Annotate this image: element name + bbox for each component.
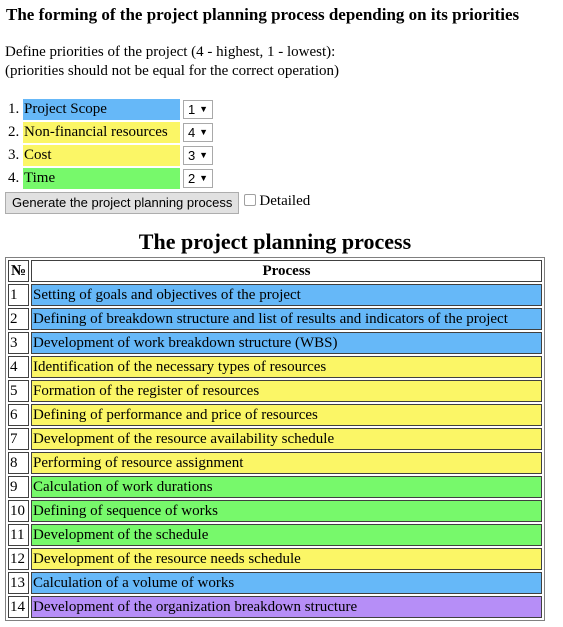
row-number: 12 [8, 548, 29, 570]
priority-value: 2 [188, 171, 196, 186]
row-process: Calculation of a volume of works [31, 572, 542, 594]
table-row: 10 Defining of sequence of works [8, 500, 542, 522]
table-row: 9 Calculation of work durations [8, 476, 542, 498]
table-row: 13 Calculation of a volume of works [8, 572, 542, 594]
instructions: Define priorities of the project (4 - hi… [5, 43, 339, 81]
row-number: 8 [8, 452, 29, 474]
priority-row: 2. Non-financial resources 4 ▼ [8, 122, 213, 143]
priority-label: Cost [23, 145, 180, 166]
table-row: 7 Development of the resource availabilit… [8, 428, 542, 450]
instruction-line-2: (priorities should not be equal for the … [5, 63, 340, 79]
detailed-checkbox[interactable] [244, 194, 257, 206]
row-number: 1 [8, 284, 29, 306]
chevron-down-icon: ▼ [199, 150, 208, 160]
row-number: 4 [8, 356, 29, 378]
priority-select[interactable]: 3 ▼ [183, 146, 213, 165]
chevron-down-icon: ▼ [199, 104, 208, 114]
row-number: 5 [8, 380, 29, 402]
page-title: The forming of the project planning proc… [6, 5, 520, 24]
priority-row: 4. Time 2 ▼ [8, 168, 213, 189]
table-row: 12 Development of the resource needs sche… [8, 548, 542, 570]
row-process: Setting of goals and objectives of the p… [31, 284, 542, 306]
table-row: 1 Setting of goals and objectives of the … [8, 284, 542, 306]
priority-select[interactable]: 1 ▼ [183, 100, 213, 119]
row-number: 11 [8, 524, 29, 546]
row-number: 7 [8, 428, 29, 450]
chevron-down-icon: ▼ [199, 127, 208, 137]
table-row: 8 Performing of resource assignment [8, 452, 542, 474]
priority-number: 4. [8, 170, 20, 186]
priority-number: 2. [8, 124, 20, 140]
priority-number: 1. [8, 101, 20, 117]
priority-list: 1. Project Scope 1 ▼ 2. Non-financial resourc… [8, 99, 213, 191]
header-process: Process [31, 260, 542, 282]
row-process: Formation of the register of resources [31, 380, 542, 402]
row-number: 3 [8, 332, 29, 354]
row-process: Development of the resource needs schedu… [31, 548, 542, 570]
row-number: 2 [8, 308, 29, 330]
table-row: 3 Development of work breakdown structure… [8, 332, 542, 354]
table-title: The project planning process [138, 229, 412, 254]
priority-select[interactable]: 2 ▼ [183, 169, 213, 188]
priority-value: 4 [188, 125, 196, 140]
detailed-label[interactable]: Detailed [259, 193, 310, 210]
chevron-down-icon: ▼ [199, 173, 208, 183]
row-process: Identification of the necessary types of… [31, 356, 542, 378]
row-number: 6 [8, 404, 29, 426]
row-process: Development of work breakdown structure … [31, 332, 542, 354]
row-process: Development of the organization breakdow… [31, 596, 542, 618]
priority-select[interactable]: 4 ▼ [183, 123, 213, 142]
priority-value: 1 [188, 102, 196, 117]
priority-row: 1. Project Scope 1 ▼ [8, 99, 213, 120]
table-header-row: № Process [8, 260, 542, 282]
row-process: Defining of performance and price of res… [31, 404, 542, 426]
row-number: 14 [8, 596, 29, 618]
row-process: Performing of resource assignment [31, 452, 542, 474]
table-row: 6 Defining of performance and price of re… [8, 404, 542, 426]
table-row: 4 Identification of the necessary types o… [8, 356, 542, 378]
header-number: № [8, 260, 29, 282]
row-number: 10 [8, 500, 29, 522]
priority-value: 3 [188, 148, 196, 163]
priority-number: 3. [8, 147, 20, 163]
generate-row: Generate the project planning process De… [5, 192, 310, 214]
process-table: № Process 1 Setting of goals and objectiv… [5, 257, 545, 621]
row-number: 13 [8, 572, 29, 594]
instruction-line-1: Define priorities of the project (4 - hi… [5, 44, 336, 60]
table-row: 5 Formation of the register of resources [8, 380, 542, 402]
row-process: Calculation of work durations [31, 476, 542, 498]
priority-label: Project Scope [23, 99, 180, 120]
row-process: Development of the resource availability… [31, 428, 542, 450]
row-process: Defining of sequence of works [31, 500, 542, 522]
table-row: 11 Development of the schedule [8, 524, 542, 546]
table-row: 14 Development of the organization breakd… [8, 596, 542, 618]
table-row: 2 Defining of breakdown structure and lis… [8, 308, 542, 330]
priority-label: Time [23, 168, 180, 189]
generate-button[interactable]: Generate the project planning process [5, 192, 240, 214]
row-process: Defining of breakdown structure and list… [31, 308, 542, 330]
priority-row: 3. Cost 3 ▼ [8, 145, 213, 166]
row-process: Development of the schedule [31, 524, 542, 546]
priority-label: Non-financial resources [23, 122, 180, 143]
row-number: 9 [8, 476, 29, 498]
